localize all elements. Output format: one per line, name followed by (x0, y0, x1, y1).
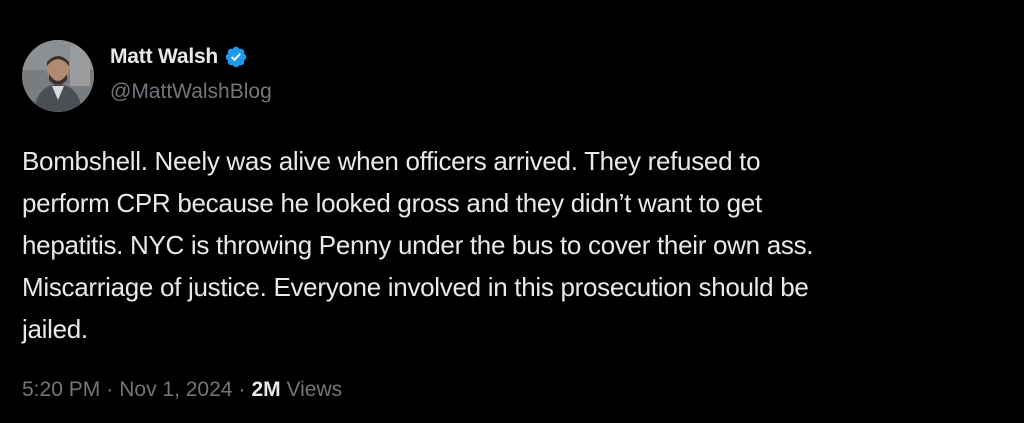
views-label: Views (286, 378, 343, 401)
meta-separator: · (106, 378, 114, 401)
tweet-card: Matt Walsh @MattWalshBlog Bombshell. Nee… (0, 0, 1024, 423)
tweet-time[interactable]: 5:20 PM (22, 378, 100, 402)
author-name-row: Matt Walsh (110, 42, 248, 72)
avatar[interactable] (22, 40, 94, 112)
tweet-meta: 5:20 PM · Nov 1, 2024 · 2M Views (22, 378, 342, 402)
views-count[interactable]: 2M (251, 378, 280, 402)
author-handle[interactable]: @MattWalshBlog (110, 80, 272, 104)
meta-separator: · (238, 378, 246, 401)
tweet-date[interactable]: Nov 1, 2024 (119, 378, 232, 402)
verified-badge-icon (224, 45, 248, 69)
avatar-image (22, 40, 94, 112)
tweet-text: Bombshell. Neely was alive when officers… (22, 146, 814, 344)
author-display-name[interactable]: Matt Walsh (110, 45, 218, 69)
